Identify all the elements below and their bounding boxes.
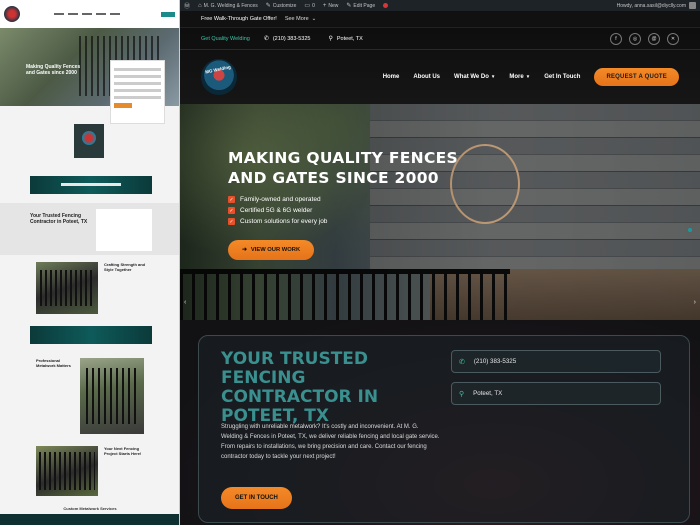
- checkbox-check-icon: ✓: [228, 207, 235, 214]
- social-links: f ◎ @ ✕: [610, 32, 679, 45]
- checkbox-check-icon: ✓: [228, 218, 235, 225]
- preview-nav: [0, 0, 179, 28]
- comment-icon: ▭: [304, 3, 311, 9]
- hero-feature-item: ✓ Certified 5G & 6G welder: [228, 207, 313, 214]
- trusted-card: YOUR TRUSTED FENCING CONTRACTOR IN POTEE…: [198, 335, 690, 523]
- brush-icon: ✎: [265, 3, 271, 9]
- arrow-right-icon: ➜: [242, 247, 247, 253]
- announcement-text: Free Walk-Through Gate Offer!: [201, 16, 277, 22]
- instagram-icon[interactable]: ◎: [629, 32, 641, 45]
- admin-account[interactable]: Howdy, anna.sasil@diyclly.com: [617, 2, 696, 9]
- preview-contact-form: [110, 60, 165, 124]
- slider-prev-icon[interactable]: ‹: [184, 299, 186, 306]
- hero-section: MAKING QUALITY FENCES AND GATES SINCE 20…: [180, 104, 700, 320]
- preview-section-2-title: Professional Metalwork Matters: [36, 358, 71, 368]
- preview-banner: [30, 176, 152, 194]
- slider-dot[interactable]: [688, 228, 692, 232]
- header-location: ⚲ Poteet, TX: [328, 35, 363, 43]
- preview-cta-button: [161, 11, 175, 17]
- main-nav: Home About Us What We Do ▼ More ▼ Get In T…: [383, 74, 581, 80]
- header-tagline: Get Quality Welding: [201, 35, 250, 42]
- preview-image-1: [36, 262, 98, 314]
- nav-item-get-in-touch[interactable]: Get In Touch: [544, 74, 580, 80]
- announcement-bar: Free Walk-Through Gate Offer! See More ⌄: [180, 11, 700, 28]
- preview-trusted-section: Your Trusted Fencing Contractor in Potee…: [0, 203, 179, 255]
- nav-item-more[interactable]: More ▼: [509, 74, 530, 80]
- preview-badge-image: [74, 124, 104, 158]
- avatar: [689, 2, 696, 9]
- hero-content: MAKING QUALITY FENCES AND GATES SINCE 20…: [228, 148, 468, 260]
- admin-customize[interactable]: ✎ Customize: [265, 2, 297, 10]
- threads-icon[interactable]: @: [648, 32, 660, 45]
- preview-logo: [4, 6, 20, 22]
- preview-banner-2: [30, 326, 152, 344]
- header-main: MG Welding Home About Us What We Do ▼ Mor…: [180, 50, 700, 104]
- contact-location-field: ⚲ Poteet, TX: [451, 382, 661, 405]
- trusted-title: YOUR TRUSTED FENCING CONTRACTOR IN POTEE…: [221, 349, 379, 426]
- checkbox-check-icon: ✓: [228, 196, 235, 203]
- preview-hero-title: Making Quality Fences and Gates since 20…: [26, 64, 81, 76]
- preview-nav-links: [54, 13, 120, 15]
- preview-image-3: [36, 446, 98, 496]
- chevron-down-icon: ⌄: [311, 16, 317, 22]
- trusted-contractor-section: YOUR TRUSTED FENCING CONTRACTOR IN POTEE…: [180, 320, 700, 525]
- preview-footer: [0, 514, 179, 525]
- slider-next-icon[interactable]: ›: [694, 299, 696, 306]
- home-icon: ⌂: [198, 2, 202, 9]
- map-pin-icon: ⚲: [459, 390, 465, 398]
- preview-trusted-title: Your Trusted Fencing Contractor in Potee…: [30, 213, 88, 225]
- contact-phone-field[interactable]: ✆ (210) 383-5325: [451, 350, 661, 373]
- screen: Making Quality Fences and Gates since 20…: [0, 0, 700, 525]
- nav-item-what-we-do[interactable]: What We Do ▼: [454, 74, 495, 80]
- map-pin-icon: ⚲: [328, 36, 333, 42]
- preview-section-1-title: Crafting Strength and Style Together: [104, 262, 146, 272]
- admin-comments[interactable]: ▭ 0: [304, 2, 314, 10]
- brand-logo[interactable]: MG Welding: [201, 59, 237, 95]
- facebook-icon[interactable]: f: [610, 32, 622, 45]
- header-phone[interactable]: ✆ (210) 383-5325: [263, 35, 311, 43]
- hero-title: MAKING QUALITY FENCES AND GATES SINCE 20…: [228, 149, 458, 187]
- wordpress-logo-icon[interactable]: Ⓦ: [184, 1, 190, 10]
- updates-dot-icon: [383, 3, 389, 8]
- trusted-body: Struggling with unreliable metalwork? It…: [221, 424, 440, 460]
- chevron-down-icon: ▼: [525, 74, 531, 79]
- header-top-bar: Get Quality Welding ✆ (210) 383-5325 ⚲ P…: [180, 28, 700, 50]
- phone-icon: ✆: [459, 358, 465, 366]
- hero-feature-item: ✓ Family-owned and operated: [228, 196, 321, 203]
- request-quote-button[interactable]: REQUEST A QUOTE: [594, 68, 679, 86]
- pencil-icon: ✎: [346, 3, 352, 9]
- preview-section-3-title: Your Next Fencing Project Starts Here!: [104, 446, 142, 456]
- preview-image-2: [80, 358, 144, 434]
- see-more-link[interactable]: See More ⌄: [285, 16, 316, 22]
- admin-site-name[interactable]: ⌂ M. G. Welding & Fences: [198, 3, 258, 9]
- get-in-touch-button[interactable]: GET IN TOUCH: [221, 487, 292, 509]
- plus-icon: +: [322, 2, 327, 9]
- admin-bar: Ⓦ ⌂ M. G. Welding & Fences ✎ Customize ▭ 0 …: [180, 0, 700, 11]
- admin-edit-page[interactable]: ✎ Edit Page: [346, 2, 375, 10]
- preview-hero: Making Quality Fences and Gates since 20…: [0, 28, 179, 124]
- phone-icon: ✆: [263, 36, 269, 42]
- chevron-down-icon: ▼: [490, 74, 496, 79]
- site-header: Get Quality Welding ✆ (210) 383-5325 ⚲ P…: [180, 28, 700, 104]
- admin-new[interactable]: + New: [323, 3, 339, 9]
- preview-trusted-card: [96, 209, 152, 251]
- admin-updates[interactable]: [383, 3, 389, 8]
- view-our-work-button[interactable]: ➜ VIEW OUR WORK: [228, 240, 315, 260]
- hero-feature-item: ✓ Custom solutions for every job: [228, 218, 328, 225]
- x-icon[interactable]: ✕: [667, 32, 679, 45]
- nav-item-about-us[interactable]: About Us: [413, 74, 440, 80]
- preview-footer-title: Custom Metalwork Services: [63, 506, 117, 511]
- nav-item-home[interactable]: Home: [383, 74, 400, 80]
- hero-feature-list: ✓ Family-owned and operated ✓ Certified 5G…: [228, 196, 468, 225]
- page-preview-thumbnail[interactable]: Making Quality Fences and Gates since 20…: [0, 0, 180, 525]
